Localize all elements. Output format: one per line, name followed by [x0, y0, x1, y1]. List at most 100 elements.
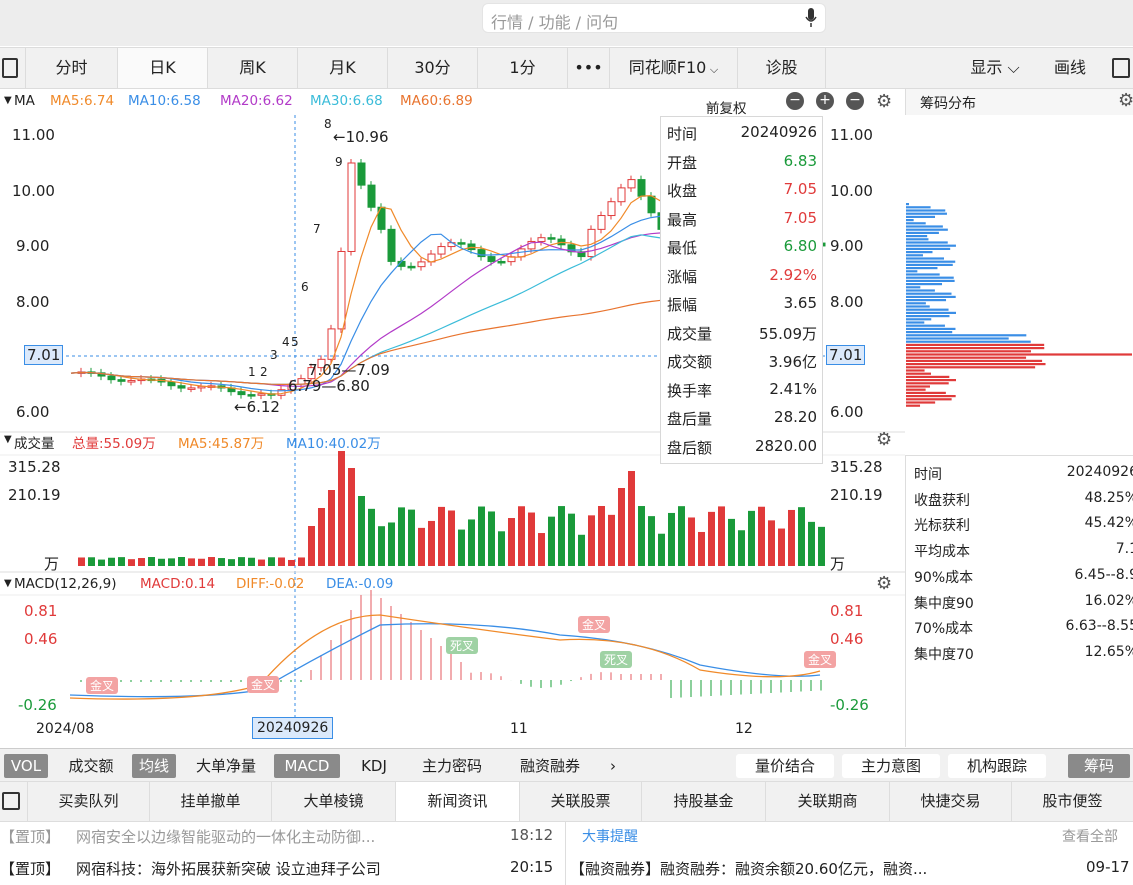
search-input[interactable]: 行情 / 功能 / 问句 — [482, 3, 826, 33]
ind-main-intent[interactable]: 主力意图 — [842, 754, 940, 778]
date-axis-dec: 12 — [735, 721, 753, 737]
chip-bar — [906, 247, 951, 250]
date-axis-start: 2024/08 — [36, 721, 95, 737]
volume-bar — [198, 558, 205, 566]
news-time: 18:12 — [510, 826, 554, 844]
volume-bar — [658, 533, 665, 566]
ind-price-volume[interactable]: 量价结合 — [736, 754, 834, 778]
tab-daily-k[interactable]: 日K — [118, 48, 208, 88]
candle-body — [637, 179, 646, 197]
btab-funds[interactable]: 持股基金 — [642, 782, 766, 821]
ind-macd[interactable]: MACD — [274, 754, 340, 778]
news-item[interactable]: 【置顶】 网宿科技：海外拓展获新突破 设立迪拜子公司 20:15 — [0, 858, 560, 885]
draw-button[interactable]: 画线 — [1040, 48, 1100, 88]
candle-body — [537, 237, 546, 242]
bottom-panel-toggle[interactable] — [0, 782, 28, 821]
caret-down-icon[interactable]: ▼ — [4, 95, 12, 106]
volume-axis-right-1: 210.19 — [830, 486, 883, 504]
ind-turnover[interactable]: 成交额 — [56, 754, 126, 778]
zoom-in-icon[interactable]: + — [816, 92, 834, 110]
popup-key: 开盘 — [667, 153, 698, 172]
diff-line — [69, 614, 821, 700]
chip-bar — [906, 337, 1009, 340]
chip-bar — [906, 369, 925, 372]
events-panel: 大事提醒 查看全部 【融资融券】融资融券：融资余额20.60亿元，融资... 0… — [565, 822, 1133, 885]
volume-axis-left-unit: 万 — [44, 555, 60, 573]
chevron-down-icon: ⌵ — [706, 63, 719, 76]
chip-bar — [906, 372, 931, 375]
popup-row: 最低 6.80 — [667, 237, 817, 261]
tab-1min[interactable]: 1分 — [478, 48, 568, 88]
ind-chip[interactable]: 筹码 — [1068, 754, 1130, 778]
caret-down-icon[interactable]: ▼ — [4, 434, 12, 445]
chip-bar — [906, 305, 930, 308]
tab-30min[interactable]: 30分 — [388, 48, 478, 88]
ind-kdj[interactable]: KDJ — [346, 754, 402, 778]
gear-icon[interactable]: ⚙ — [876, 573, 892, 594]
ind-margin[interactable]: 融资融券 — [502, 754, 598, 778]
display-menu[interactable]: 显示 ⌵ — [950, 48, 1040, 88]
volume-bar — [538, 533, 545, 566]
ind-main-code[interactable]: 主力密码 — [406, 754, 498, 778]
tab-monthly-k[interactable]: 月K — [298, 48, 388, 88]
news-tag: 【置顶】 — [0, 860, 61, 878]
ind-ma[interactable]: 均线 — [132, 754, 176, 778]
popup-row: 时间 20240926 — [667, 123, 817, 147]
volume-bar — [118, 557, 125, 566]
gear-icon[interactable]: ⚙ — [876, 91, 892, 112]
event-item[interactable]: 【融资融券】融资融券：融资余额20.60亿元，融资... — [570, 858, 927, 879]
volume-bar — [258, 559, 265, 566]
ind-more-arrow[interactable]: › — [602, 754, 624, 778]
btab-queue[interactable]: 买卖队列 — [28, 782, 150, 821]
tab-f10[interactable]: 同花顺F10 ⌵ — [610, 48, 738, 88]
volume-bar — [318, 508, 325, 566]
btab-related-stocks[interactable]: 关联股票 — [520, 782, 642, 821]
popup-row: 开盘 6.83 — [667, 152, 817, 176]
price-axis-left-3: 8.00 — [16, 293, 50, 311]
chip-bar — [906, 347, 1045, 350]
chip-stat-row: 集中度70 12.65% — [914, 644, 1133, 668]
zoom-out-icon[interactable]: − — [786, 92, 804, 110]
display-label: 显示 — [970, 58, 1003, 77]
marker-6: 6 — [301, 280, 309, 294]
microphone-icon[interactable] — [805, 8, 817, 28]
chip-bar — [906, 260, 956, 263]
macd-value: MACD:0.14 — [140, 576, 216, 592]
ind-vol[interactable]: VOL — [4, 754, 48, 778]
panel-toggle-button[interactable] — [1108, 48, 1133, 88]
layout-toggle-button[interactable] — [0, 48, 26, 88]
marker-7: 7 — [313, 222, 321, 236]
volume-bar — [778, 528, 785, 566]
volume-bar — [88, 557, 95, 566]
btab-prism[interactable]: 大单棱镜 — [272, 782, 396, 821]
chip-bar — [906, 273, 940, 276]
volume-bar — [228, 559, 235, 566]
chip-bar — [906, 353, 1132, 356]
chip-stat-key: 70%成本 — [914, 621, 974, 638]
tab-weekly-k[interactable]: 周K — [208, 48, 298, 88]
popup-key: 成交量 — [667, 324, 713, 343]
btab-notes[interactable]: 股市便签 — [1012, 782, 1133, 821]
candle-body — [627, 179, 636, 189]
candle-body — [407, 265, 416, 269]
ind-institution[interactable]: 机构跟踪 — [948, 754, 1046, 778]
volume-bar — [808, 521, 815, 566]
tab-timeshare[interactable]: 分时 — [26, 48, 118, 88]
search-placeholder: 行情 / 功能 / 问句 — [491, 13, 619, 32]
gear-icon[interactable]: ⚙ — [1118, 90, 1133, 111]
btab-cancel[interactable]: 挂单撤单 — [150, 782, 272, 821]
chip-bar — [906, 292, 952, 295]
caret-down-icon[interactable]: ▼ — [4, 578, 12, 589]
btab-news[interactable]: 新闻资讯 — [396, 782, 520, 821]
gear-icon[interactable]: ⚙ — [876, 429, 892, 450]
tab-more[interactable]: ••• — [568, 48, 610, 88]
volume-bar — [308, 526, 315, 566]
events-more-link[interactable]: 查看全部 — [1062, 826, 1118, 846]
news-item[interactable]: 【置顶】 网宿安全以边缘智能驱动的一体化主动防御... 18:12 — [0, 826, 560, 854]
tab-diagnose[interactable]: 诊股 — [738, 48, 826, 88]
btab-quick-trade[interactable]: 快捷交易 — [890, 782, 1012, 821]
btab-futures[interactable]: 关联期商 — [766, 782, 890, 821]
volume-bar — [348, 468, 355, 566]
ind-bigorder[interactable]: 大单净量 — [184, 754, 268, 778]
collapse-icon[interactable]: − — [846, 92, 864, 110]
